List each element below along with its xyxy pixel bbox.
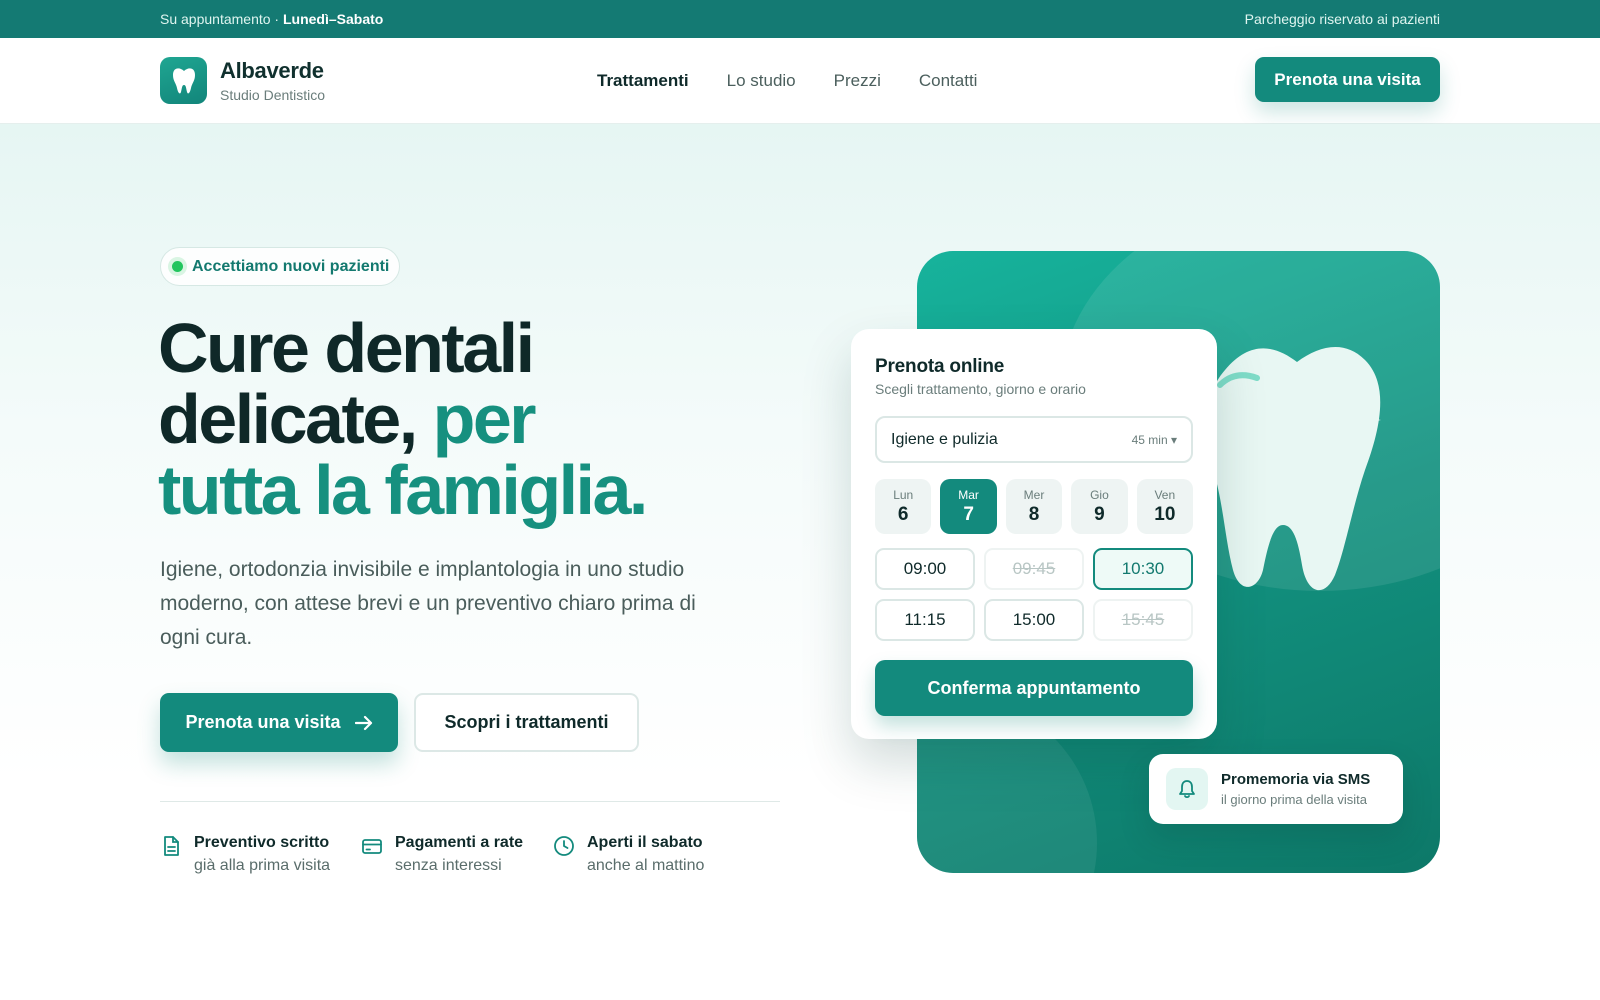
- day-picker: Lun 6 Mar 7 Mer 8 Gio 9 Ven 10: [875, 479, 1194, 534]
- toast-title: Promemoria via SMS: [1221, 771, 1371, 788]
- credit-card-icon: [362, 839, 382, 854]
- hero-title-accent: per: [432, 380, 537, 458]
- booking-title: Prenota online: [875, 356, 1005, 377]
- site-header: Albaverde Studio Dentistico Trattamenti …: [0, 38, 1600, 124]
- day-number: 9: [1094, 503, 1105, 525]
- opening-hours: Su appuntamento · Lunedì–Sabato: [160, 11, 383, 27]
- day-name: Mar: [958, 487, 979, 502]
- hero-title-line2: delicate,: [158, 380, 433, 458]
- feature-subtitle: già alla prima visita: [194, 857, 331, 874]
- treatment-select[interactable]: Igiene e pulizia 45 min ▾: [875, 416, 1193, 463]
- day-number: 10: [1154, 503, 1176, 525]
- toast-subtitle: il giorno prima della visita: [1221, 792, 1367, 807]
- opening-hours-prefix: Su appuntamento ·: [160, 11, 283, 27]
- day-name: Ven: [1154, 487, 1176, 502]
- hero-description: Igiene, ortodonzia invisibile e implanto…: [160, 558, 696, 649]
- new-patients-label: Accettiamo nuovi pazienti: [192, 257, 390, 275]
- booking-card: Prenota online Scegli trattamento, giorn…: [851, 329, 1217, 739]
- arrow-right-icon: [354, 715, 372, 730]
- header-book-button[interactable]: Prenota una visita: [1255, 57, 1440, 102]
- tooth-icon[interactable]: [160, 57, 207, 104]
- discover-treatments-button[interactable]: Scopri i trattamenti: [414, 693, 639, 752]
- feature-title: Aperti il sabato: [587, 834, 703, 851]
- feature-item: Pagamenti a rate senza interessi: [361, 834, 523, 875]
- status-dot: [172, 261, 183, 272]
- book-visit-button[interactable]: Prenota una visita: [160, 693, 398, 752]
- time-slot-unavailable: 09:45: [984, 548, 1084, 590]
- hero-title-line1: Cure dentali: [158, 309, 535, 387]
- time-slot[interactable]: 09:00: [875, 548, 975, 590]
- day-option[interactable]: Lun 6: [875, 479, 932, 534]
- confirm-appointment-button[interactable]: Conferma appuntamento: [875, 660, 1193, 716]
- nav-trattamenti[interactable]: Trattamenti: [597, 71, 689, 91]
- day-number: 6: [897, 503, 909, 525]
- treatment-duration: 45 min ▾: [1131, 432, 1177, 447]
- feature-subtitle: anche al mattino: [587, 857, 705, 874]
- bell-icon: [1166, 768, 1208, 810]
- time-slot[interactable]: 11:15: [875, 599, 975, 641]
- time-slot[interactable]: 15:00: [984, 599, 1084, 641]
- document-icon: [164, 836, 179, 856]
- hero-title: Cure dentali delicate, per tutta la fami…: [158, 313, 778, 526]
- day-option-selected[interactable]: Mar 7: [940, 479, 997, 534]
- hero-title-line3: tutta la famiglia.: [158, 451, 648, 529]
- feature-item: Aperti il sabato anche al mattino: [553, 834, 704, 875]
- parking-info: Parcheggio riservato ai pazienti: [1244, 11, 1440, 27]
- time-slot-unavailable: 15:45: [1093, 599, 1193, 641]
- brand-name[interactable]: Albaverde: [220, 58, 324, 84]
- new-patients-badge: Accettiamo nuovi pazienti: [160, 247, 400, 286]
- feature-title: Preventivo scritto: [194, 834, 330, 851]
- main-nav: Trattamenti Lo studio Prezzi Contatti: [597, 71, 977, 91]
- nav-lo-studio[interactable]: Lo studio: [727, 71, 796, 91]
- time-slot-selected[interactable]: 10:30: [1093, 548, 1193, 590]
- features-list: Preventivo scritto già alla prima visita…: [160, 834, 780, 884]
- sparkle-icon: [1363, 411, 1381, 429]
- day-number: 8: [1028, 503, 1040, 525]
- day-option[interactable]: Gio 9: [1071, 479, 1128, 534]
- feature-item: Preventivo scritto già alla prima visita: [160, 834, 330, 875]
- nav-contatti[interactable]: Contatti: [919, 71, 978, 91]
- booking-subtitle: Scegli trattamento, giorno e orario: [875, 381, 1086, 397]
- feature-subtitle: senza interessi: [395, 857, 502, 874]
- day-name: Lun: [893, 487, 914, 502]
- day-number: 7: [963, 503, 974, 525]
- nav-prezzi[interactable]: Prezzi: [834, 71, 881, 91]
- time-slots: 09:00 09:45 10:30 11:15 15:00 15:45: [875, 548, 1193, 641]
- feature-title: Pagamenti a rate: [395, 834, 524, 851]
- day-name: Mer: [1023, 487, 1045, 502]
- opening-days: Lunedì–Sabato: [282, 11, 384, 27]
- top-info-bar: Su appuntamento · Lunedì–Sabato Parchegg…: [0, 0, 1600, 38]
- day-option[interactable]: Ven 10: [1136, 479, 1194, 534]
- day-option[interactable]: Mer 8: [1005, 479, 1063, 534]
- treatment-value: Igiene e pulizia: [891, 430, 998, 448]
- clock-icon: [554, 836, 574, 856]
- tooth-illustration: [1205, 347, 1381, 591]
- book-visit-label: Prenota una visita: [185, 712, 341, 732]
- day-name: Gio: [1090, 487, 1109, 502]
- sparkle-icon: [1345, 353, 1369, 377]
- divider: [160, 801, 780, 802]
- brand-subtitle: Studio Dentistico: [220, 87, 326, 103]
- sms-reminder-toast: Promemoria via SMS il giorno prima della…: [1149, 754, 1403, 824]
